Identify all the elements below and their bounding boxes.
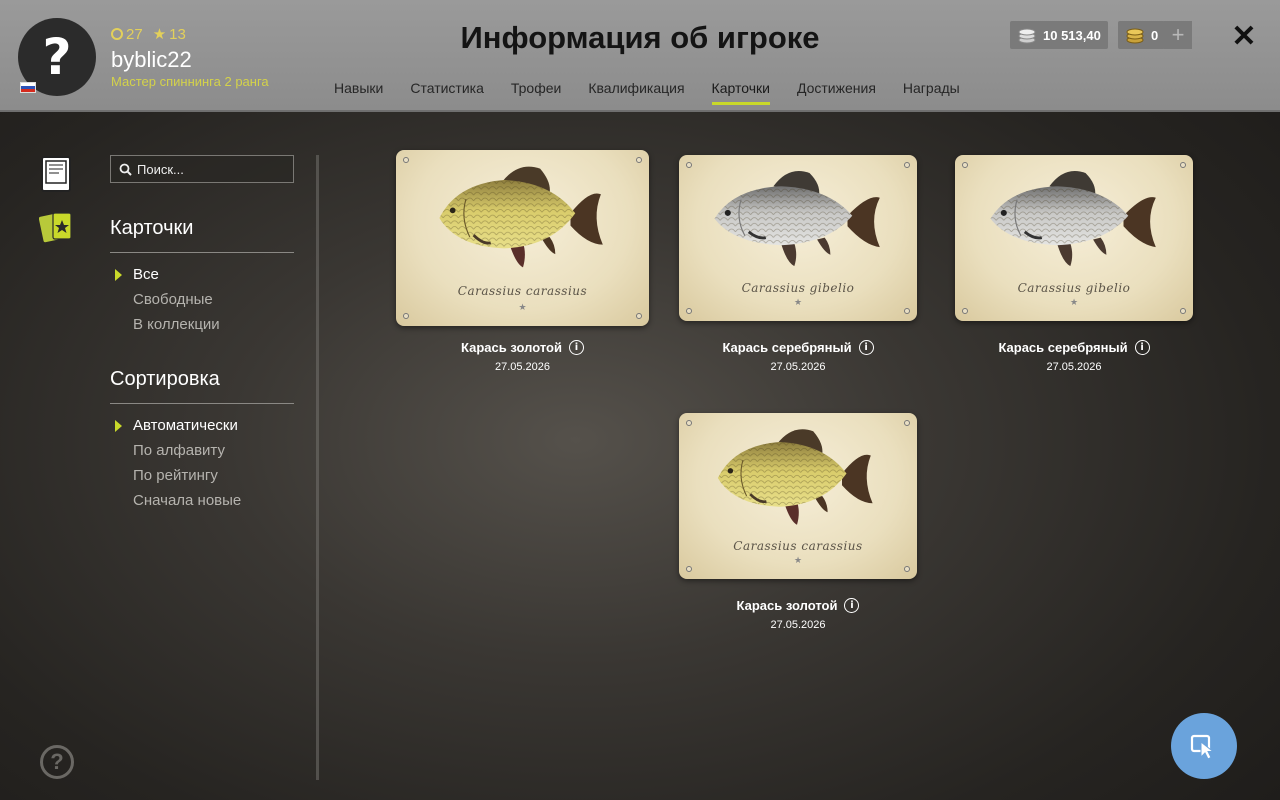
player-rank: Мастер спиннинга 2 ранга: [111, 74, 269, 89]
star-icon: ★: [793, 297, 803, 307]
info-icon[interactable]: i: [844, 598, 860, 613]
selected-arrow-icon: [115, 420, 122, 432]
card-date: 27.05.2026: [494, 361, 551, 373]
sort-alphabet[interactable]: По алфавиту: [133, 442, 225, 459]
search-input[interactable]: Поиск...: [110, 155, 294, 183]
russian-flag-icon: [20, 82, 36, 93]
star-icon: ★: [793, 555, 803, 565]
tab-rewards[interactable]: Награды: [903, 80, 960, 105]
sort-section-title: Сортировка: [110, 368, 220, 390]
card-item[interactable]: Carassius gibelio ★ Карась серебряный i …: [679, 155, 917, 373]
card-image[interactable]: Carassius gibelio ★: [679, 155, 917, 321]
card-image[interactable]: Carassius carassius ★: [679, 413, 917, 579]
panel-scrollbar[interactable]: [316, 155, 319, 780]
card-latin-name: Carassius gibelio: [741, 281, 855, 295]
card-date: 27.05.2026: [770, 619, 826, 631]
tab-qualification[interactable]: Квалификация: [588, 80, 684, 105]
add-currency-button[interactable]: +: [1164, 21, 1192, 49]
search-placeholder: Поиск...: [137, 161, 184, 177]
card-latin-name: Carassius gibelio: [1017, 281, 1131, 295]
filter-free[interactable]: Свободные: [133, 291, 213, 308]
tab-achievements[interactable]: Достижения: [797, 80, 876, 105]
card-album-icon[interactable]: [39, 155, 73, 193]
tab-skills[interactable]: Навыки: [334, 80, 383, 105]
card-date: 27.05.2026: [770, 361, 826, 373]
card-title: Карась золотой i: [396, 340, 649, 355]
card-title: Карась золотой i: [679, 598, 917, 613]
card-item[interactable]: Carassius gibelio ★ Карась серебряный i …: [955, 155, 1193, 373]
sort-section-divider: [110, 403, 294, 404]
tab-statistics[interactable]: Статистика: [410, 80, 484, 105]
filter-in-collection[interactable]: В коллекции: [133, 316, 220, 333]
cards-section-title: Карточки: [110, 217, 194, 239]
close-button[interactable]: ✕: [1230, 20, 1258, 53]
tab-cards[interactable]: Карточки: [711, 80, 771, 105]
cursor-mode-button[interactable]: [1171, 713, 1237, 779]
top-header: ? 27 ★ 13 byblic22 Мастер спиннинга 2 ра…: [0, 0, 1280, 112]
star-icon: ★: [1069, 297, 1079, 307]
sort-newest[interactable]: Сначала новые: [133, 492, 241, 509]
info-icon[interactable]: i: [858, 340, 874, 355]
silver-carp-icon: [981, 163, 1171, 278]
card-date: 27.05.2026: [1046, 361, 1102, 373]
card-title: Карась серебряный i: [679, 340, 917, 355]
card-image[interactable]: Carassius carassius ★: [396, 150, 649, 326]
filter-all[interactable]: Все: [133, 266, 159, 283]
tab-bar: Навыки Статистика Трофеи Квалификация Ка…: [334, 80, 987, 105]
info-icon[interactable]: i: [1134, 340, 1150, 355]
info-icon[interactable]: i: [568, 340, 584, 355]
golden-carp-icon: [428, 158, 618, 278]
silver-currency: 10 513,40: [1010, 21, 1108, 49]
gold-coins-icon: [1126, 28, 1144, 44]
card-item[interactable]: Carassius carassius ★ Карась золотой i 2…: [396, 150, 649, 373]
cursor-icon: [1190, 734, 1215, 760]
gold-currency: 0: [1118, 21, 1166, 49]
help-icon[interactable]: ?: [40, 745, 74, 779]
card-latin-name: Carassius carassius: [457, 284, 588, 298]
cards-icon[interactable]: [39, 207, 73, 245]
card-latin-name: Carassius carassius: [733, 539, 863, 553]
card-image[interactable]: Carassius gibelio ★: [955, 155, 1193, 321]
cards-section-divider: [110, 252, 294, 253]
silver-carp-icon: [705, 163, 895, 278]
tab-trophies[interactable]: Трофеи: [511, 80, 561, 105]
selected-arrow-icon: [115, 269, 122, 281]
sort-rating[interactable]: По рейтингу: [133, 467, 218, 484]
golden-carp-icon: [707, 419, 887, 537]
card-item[interactable]: Carassius carassius ★ Карась золотой i 2…: [679, 413, 917, 631]
search-icon: [119, 163, 132, 176]
silver-coins-icon: [1018, 28, 1036, 44]
sort-automatic[interactable]: Автоматически: [133, 417, 238, 434]
star-icon: ★: [518, 302, 527, 312]
card-title: Карась серебряный i: [955, 340, 1193, 355]
